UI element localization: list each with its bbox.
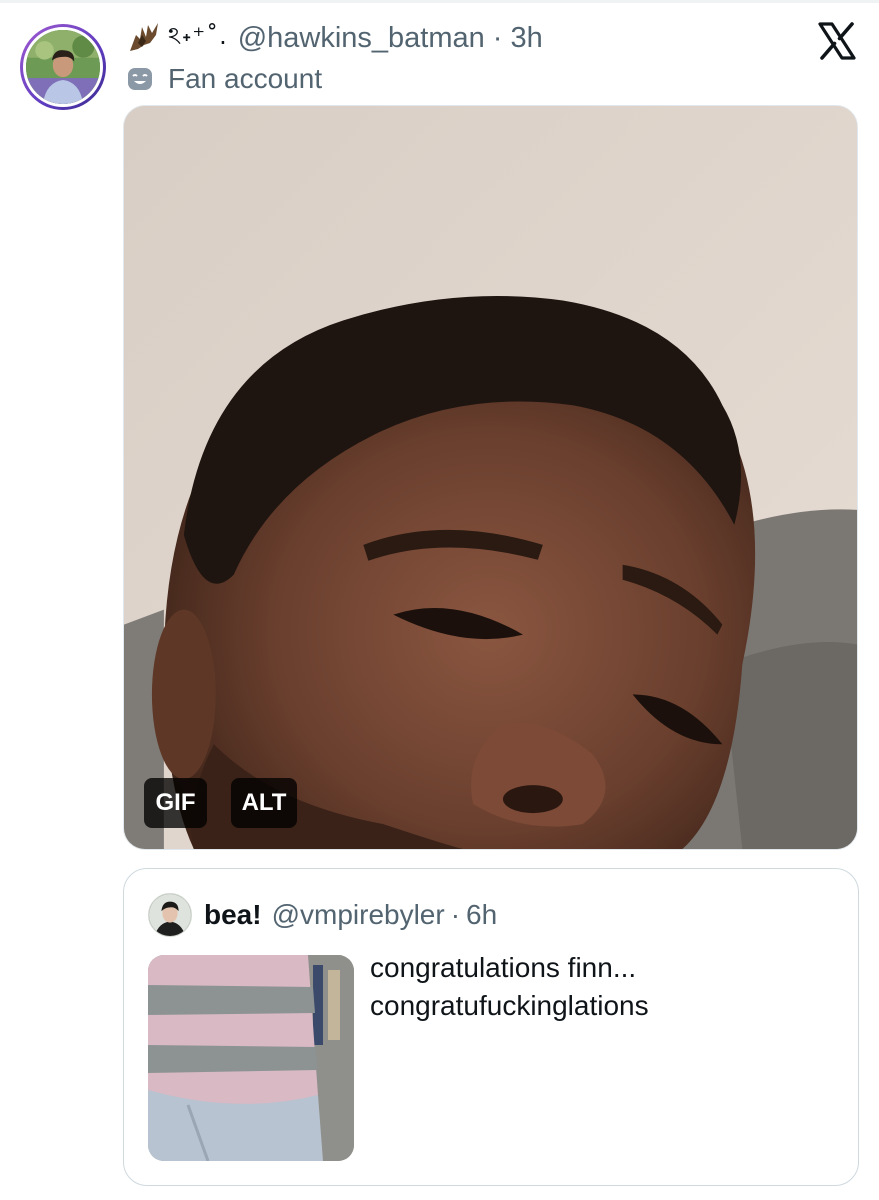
post-header: ঽ˖⁺˚. @hawkins_batman · 3h: [126, 18, 543, 58]
quoted-image[interactable]: [148, 955, 354, 1161]
avatar[interactable]: [20, 24, 106, 110]
display-name-symbols: ঽ˖⁺˚.: [168, 22, 228, 50]
gif-media[interactable]: GIF ALT: [123, 105, 858, 850]
gif-badge: GIF: [144, 778, 207, 828]
quoted-text: congratulations finn... congratufuckingl…: [370, 949, 830, 1025]
quoted-post[interactable]: bea! @vmpirebyler · 6h congratulations f…: [123, 868, 859, 1186]
quoted-text-line: congratufuckinglations: [370, 990, 649, 1021]
quoted-time[interactable]: 6h: [466, 899, 497, 931]
account-label-text: Fan account: [168, 63, 323, 94]
tweet-screenshot: ঽ˖⁺˚. @hawkins_batman · 3h Fan account G…: [0, 0, 879, 1200]
quoted-handle[interactable]: @vmpirebyler: [272, 899, 445, 931]
quoted-text-line: congratulations finn...: [370, 952, 637, 983]
divider: [0, 0, 879, 3]
account-label: Fan account: [126, 60, 322, 98]
theater-mask-icon: [128, 68, 152, 90]
quoted-header: bea! @vmpirebyler · 6h: [204, 895, 497, 935]
user-handle[interactable]: @hawkins_batman: [238, 22, 485, 55]
quoted-avatar[interactable]: [148, 893, 192, 937]
separator-dot: ·: [492, 21, 503, 54]
gif-frame: [124, 106, 857, 849]
alt-text-button[interactable]: ALT: [231, 778, 297, 828]
bat-icon: [130, 23, 158, 51]
separator-dot: ·: [450, 899, 461, 930]
post-time[interactable]: 3h: [510, 22, 542, 55]
quoted-display-name[interactable]: bea!: [204, 899, 262, 931]
avatar-photo: [23, 27, 103, 107]
x-logo-icon[interactable]: [817, 22, 857, 60]
